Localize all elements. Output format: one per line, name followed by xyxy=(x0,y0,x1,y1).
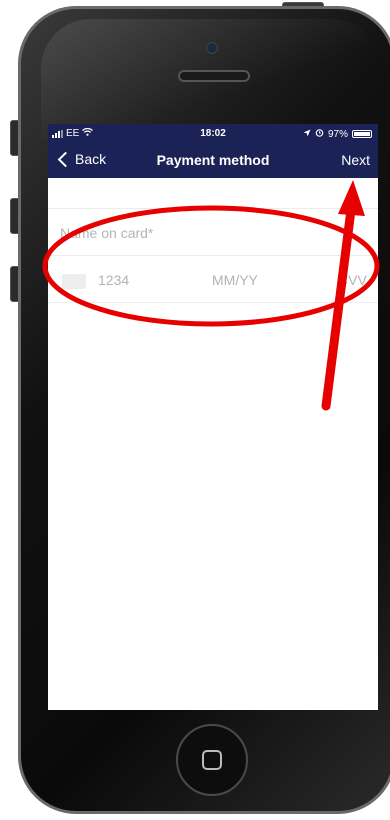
location-icon xyxy=(303,129,311,140)
alarm-icon xyxy=(315,128,324,140)
earpiece-speaker xyxy=(178,70,250,82)
expiry-field[interactable]: MM/YY xyxy=(212,272,258,288)
card-number-field[interactable]: 1234 xyxy=(98,272,129,288)
page-title: Payment method xyxy=(156,152,270,168)
navigation-bar: Back Payment method Next xyxy=(48,144,378,178)
home-button[interactable] xyxy=(176,724,248,796)
screenshot-stage: EE 18:02 97% Back Payment method Next Na… xyxy=(0,0,390,820)
cvv-field[interactable]: CVV xyxy=(338,272,367,288)
name-on-card-field[interactable]: Name on card* xyxy=(60,225,153,241)
front-camera xyxy=(206,42,218,54)
phone-screen: EE 18:02 97% Back Payment method Next Na… xyxy=(48,124,378,710)
credit-card-icon xyxy=(62,274,86,289)
name-on-card-row[interactable]: Name on card* xyxy=(48,209,378,256)
home-square-icon xyxy=(202,750,222,770)
battery-percent: 97% xyxy=(327,128,348,140)
status-bar: EE 18:02 97% xyxy=(48,124,378,144)
form-top-spacer xyxy=(48,178,378,209)
next-button[interactable]: Next xyxy=(341,152,370,168)
card-details-row: 1234 MM/YY CVV xyxy=(48,256,378,303)
battery-icon xyxy=(352,130,372,138)
status-right: 97% xyxy=(303,128,372,140)
